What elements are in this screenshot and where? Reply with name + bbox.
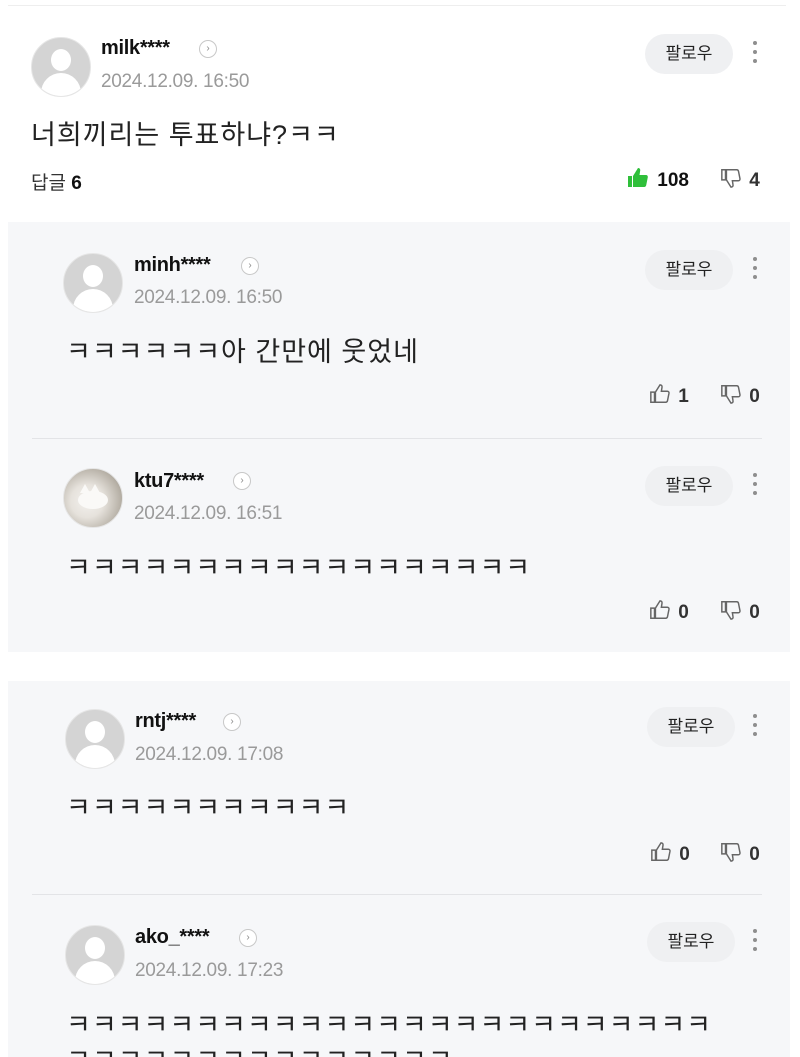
dislike-count: 0 <box>749 602 760 623</box>
chevron-right-icon[interactable]: › <box>233 472 251 490</box>
more-options-icon[interactable] <box>752 473 758 500</box>
timestamp: 2024.12.09. 17:23 <box>135 960 284 981</box>
reply-label: 답글 <box>31 173 66 194</box>
follow-button[interactable]: 팔로우 <box>647 922 735 962</box>
user-avatar[interactable] <box>65 925 125 985</box>
thumbs-up-icon <box>628 168 648 187</box>
more-options-icon[interactable] <box>752 714 758 741</box>
like-count: 1 <box>678 386 689 407</box>
chevron-right-icon[interactable]: › <box>223 713 241 731</box>
username[interactable]: ktu7**** <box>134 470 204 493</box>
dislike-count: 0 <box>749 386 760 407</box>
reply-text-line2: ㅋㅋㅋㅋㅋㅋㅋㅋㅋㅋㅋㅋㅋㅋㅋ <box>66 1038 454 1057</box>
follow-button[interactable]: 팔로우 <box>645 466 733 506</box>
thumbs-up-icon <box>650 600 670 619</box>
user-avatar[interactable] <box>63 253 123 313</box>
reply-text: ㅋㅋㅋㅋㅋㅋㅋㅋㅋㅋㅋ <box>66 793 351 823</box>
reply-text: ㅋㅋㅋㅋㅋㅋㅋㅋㅋㅋㅋㅋㅋㅋㅋㅋㅋㅋ <box>66 553 532 583</box>
thumbs-down-icon <box>721 385 741 404</box>
chevron-right-icon[interactable]: › <box>239 929 257 947</box>
like-button[interactable]: 0 <box>649 598 689 623</box>
dislike-count: 0 <box>749 844 760 865</box>
thumbs-up-icon <box>650 384 670 403</box>
timestamp: 2024.12.09. 16:51 <box>134 503 283 524</box>
thumbs-down-icon <box>721 169 741 188</box>
dislike-button[interactable]: 0 <box>720 598 760 623</box>
reply-text: ㅋㅋㅋㅋㅋㅋㅋㅋㅋㅋㅋㅋㅋㅋㅋㅋㅋㅋㅋㅋㅋㅋㅋㅋㅋ <box>66 1010 712 1040</box>
chevron-right-icon[interactable]: › <box>241 257 259 275</box>
user-avatar[interactable] <box>65 709 125 769</box>
reply-text: ㅋㅋㅋㅋㅋㅋ아 간만에 웃었네 <box>66 337 419 367</box>
cat-photo-icon <box>78 491 108 509</box>
more-options-icon[interactable] <box>752 929 758 956</box>
username[interactable]: rntj**** <box>135 710 196 733</box>
like-button[interactable]: 108 <box>626 166 689 191</box>
user-avatar[interactable] <box>63 468 123 528</box>
comment-text: 너희끼리는 투표하냐?ㅋㅋ <box>31 120 340 150</box>
more-options-icon[interactable] <box>752 41 758 68</box>
thumbs-down-icon <box>721 843 741 862</box>
timestamp: 2024.12.09. 16:50 <box>101 71 250 92</box>
follow-button[interactable]: 팔로우 <box>645 34 733 74</box>
comment-section: milk**** › 2024.12.09. 16:50 팔로우 너희끼리는 투… <box>0 0 800 1057</box>
follow-button[interactable]: 팔로우 <box>645 250 733 290</box>
divider <box>32 894 762 895</box>
timestamp: 2024.12.09. 17:08 <box>135 744 284 765</box>
chevron-right-icon[interactable]: › <box>199 40 217 58</box>
username[interactable]: ako_**** <box>135 926 210 949</box>
username[interactable]: minh**** <box>134 254 211 277</box>
dislike-button[interactable]: 4 <box>720 166 760 191</box>
like-count: 0 <box>679 844 690 865</box>
like-button[interactable]: 1 <box>649 382 689 407</box>
divider <box>32 438 762 439</box>
dislike-button[interactable]: 0 <box>720 382 760 407</box>
more-options-icon[interactable] <box>752 257 758 284</box>
thumbs-up-icon <box>651 842 671 861</box>
user-avatar[interactable] <box>31 37 91 97</box>
dislike-count: 4 <box>749 170 760 191</box>
like-count: 108 <box>657 170 689 191</box>
dislike-button[interactable]: 0 <box>720 840 760 865</box>
like-count: 0 <box>678 602 689 623</box>
reply-count-button[interactable]: 답글 6 <box>31 168 82 195</box>
timestamp: 2024.12.09. 16:50 <box>134 287 283 308</box>
username[interactable]: milk**** <box>101 37 170 60</box>
like-button[interactable]: 0 <box>650 840 690 865</box>
follow-button[interactable]: 팔로우 <box>647 707 735 747</box>
reply-count: 6 <box>71 173 82 194</box>
thumbs-down-icon <box>721 601 741 620</box>
